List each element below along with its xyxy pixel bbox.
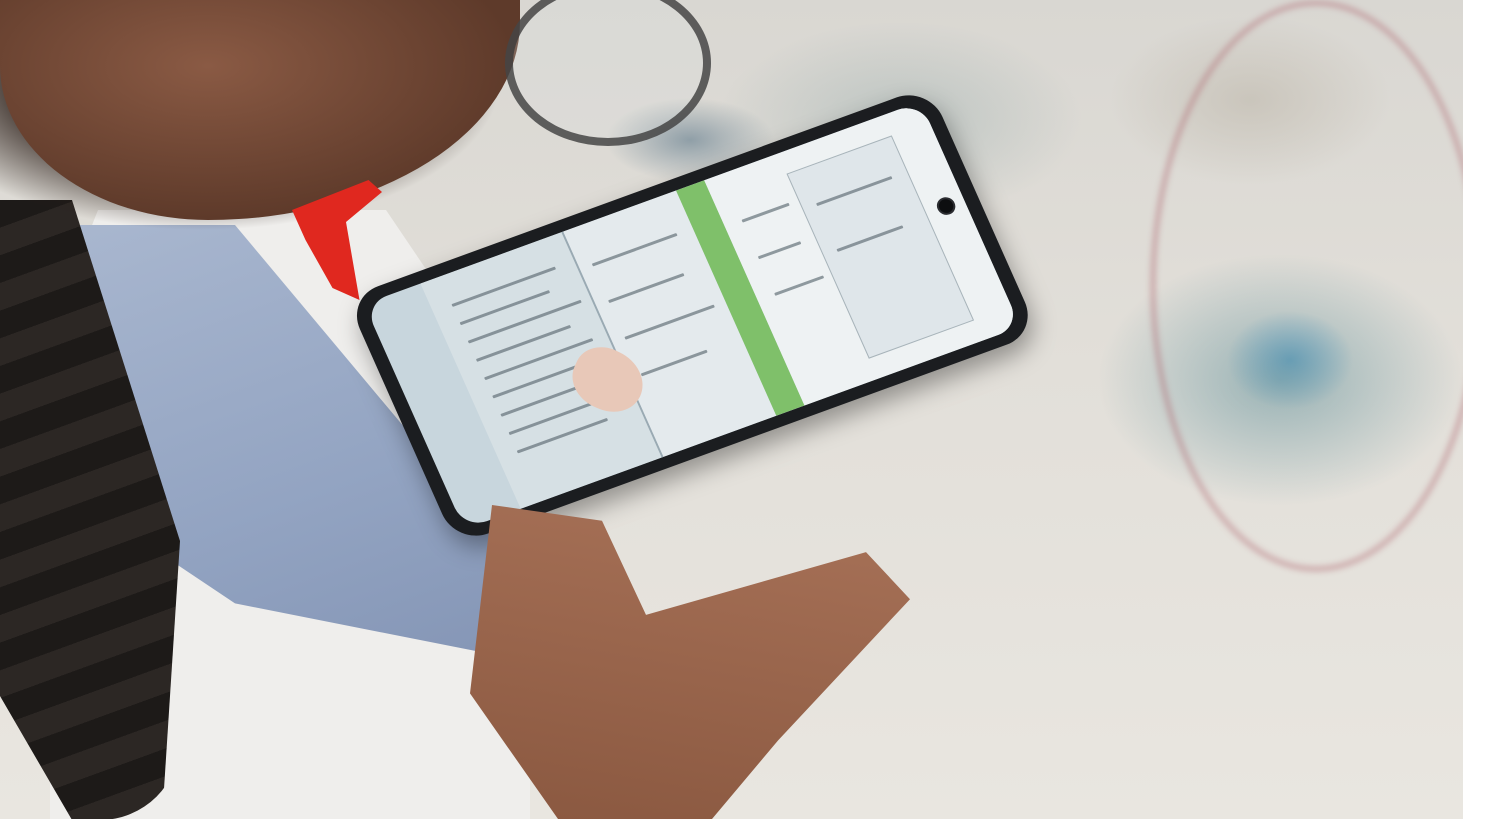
photo-scene bbox=[0, 0, 1489, 819]
image-edge-margin bbox=[1463, 0, 1489, 819]
floor-pattern-ring bbox=[1150, 0, 1482, 572]
